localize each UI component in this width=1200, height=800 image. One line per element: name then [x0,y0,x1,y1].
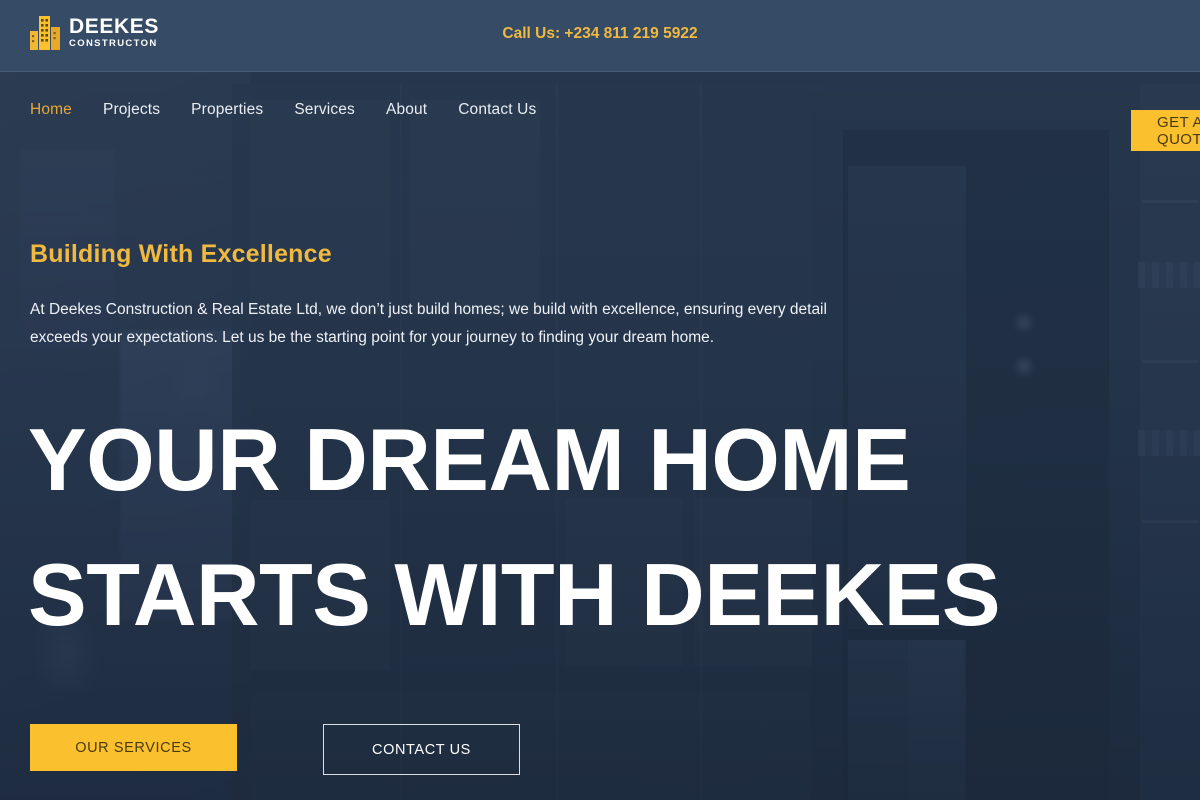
contact-us-button[interactable]: CONTACT US [323,724,520,775]
hero-headline: YOUR DREAM HOME STARTS WITH DEEKES [28,392,1188,662]
nav-item-home[interactable]: Home [30,101,72,119]
hero-description: At Deekes Construction & Real Estate Ltd… [30,301,827,346]
top-bar: DEEKES CONSTRUCTON Call Us: +234 811 219… [0,0,1200,72]
hero-eyebrow: Building With Excellence [30,240,332,268]
get-a-quote-button[interactable]: GET A QUOTE [1131,110,1200,151]
nav-item-contact-us[interactable]: Contact Us [458,101,536,119]
hero-headline-line-1: YOUR DREAM HOME [28,410,911,509]
our-services-button[interactable]: OUR SERVICES [30,724,237,771]
nav-item-about[interactable]: About [386,101,427,119]
nav-item-projects[interactable]: Projects [103,101,160,119]
nav-item-services[interactable]: Services [294,101,355,119]
nav-list: Home Projects Properties Services About … [30,101,536,119]
main-navigation: Home Projects Properties Services About … [0,73,1200,158]
nav-item-properties[interactable]: Properties [191,101,263,119]
phone-number[interactable]: Call Us: +234 811 219 5922 [0,25,1200,43]
page-root: DEEKES CONSTRUCTON Call Us: +234 811 219… [0,0,1200,800]
hero-headline-line-2: STARTS WITH DEEKES [28,545,1001,644]
hero-cta-row: OUR SERVICES CONTACT US [30,724,520,775]
